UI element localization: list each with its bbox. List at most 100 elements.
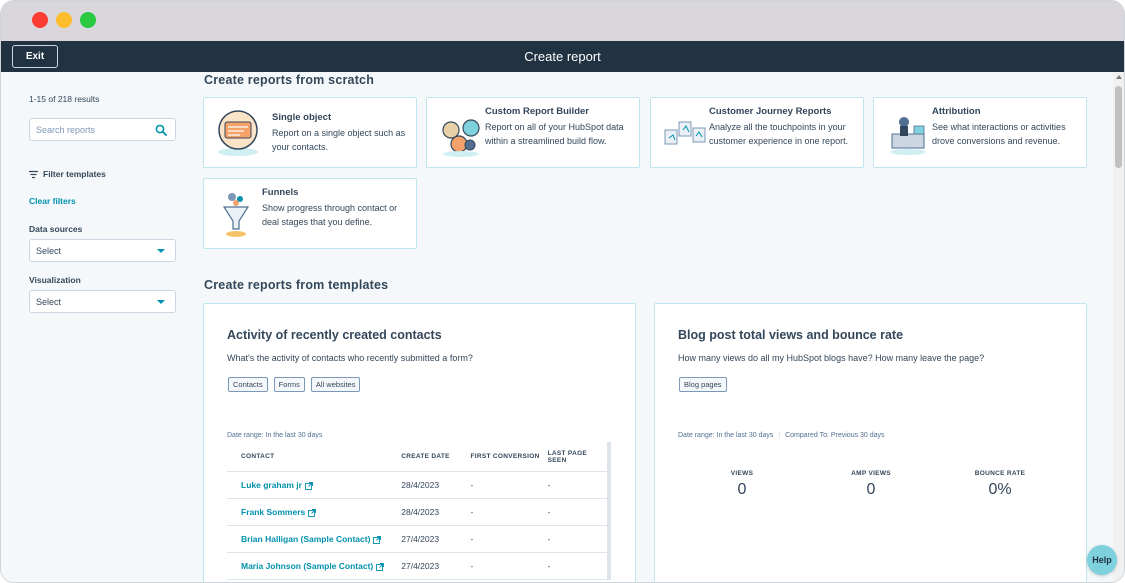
card-description: See what interactions or activities drov… bbox=[932, 122, 1066, 146]
chevron-down-icon bbox=[157, 300, 165, 304]
kpi-row: VIEWS 0 AMP VIEWS 0 BOUNCE RATE 0% bbox=[678, 470, 1064, 499]
templates-section-title: Create reports from templates bbox=[204, 278, 389, 292]
card-description: Report on all of your HubSpot data withi… bbox=[485, 122, 624, 146]
card-title: Customer Journey Reports bbox=[709, 106, 832, 117]
create-date-cell: 28/4/2023 bbox=[401, 507, 440, 517]
contact-link[interactable]: Brian Halligan (Sample Contact) bbox=[241, 534, 370, 544]
table-header: CONTACT CREATE DATE FIRST CONVERSION LAS… bbox=[227, 442, 607, 472]
create-date-cell: 28/4/2023 bbox=[401, 480, 440, 490]
close-window-button[interactable] bbox=[32, 12, 48, 28]
table-row: Frank Sommers 28/4/2023 - - bbox=[227, 499, 607, 526]
kpi-bounce-rate: BOUNCE RATE 0% bbox=[936, 470, 1064, 499]
kpi-value: 0% bbox=[988, 481, 1012, 498]
maximize-window-button[interactable] bbox=[80, 12, 96, 28]
card-title: Funnels bbox=[262, 187, 299, 198]
search-input[interactable] bbox=[30, 119, 148, 140]
contact-link[interactable]: Frank Sommers bbox=[241, 507, 305, 517]
card-title: Single object bbox=[272, 112, 332, 123]
template-question: What's the activity of contacts who rece… bbox=[227, 353, 473, 363]
scrollbar-thumb[interactable] bbox=[1115, 86, 1122, 168]
visualization-value: Select bbox=[36, 296, 62, 307]
custom-report-builder-card[interactable]: Custom Report Builder Report on all of y… bbox=[426, 97, 640, 168]
tag-list: Contacts Forms All websites bbox=[228, 377, 361, 392]
date-range: Date range: In the last 30 days bbox=[227, 432, 323, 439]
filter-templates-label: Filter templates bbox=[43, 169, 106, 179]
minimize-window-button[interactable] bbox=[56, 12, 72, 28]
scratch-section-title: Create reports from scratch bbox=[204, 73, 375, 87]
funnels-card[interactable]: Funnels Show progress through contact or… bbox=[203, 178, 417, 249]
attribution-icon bbox=[890, 117, 926, 155]
window-chrome bbox=[1, 1, 1124, 41]
last-page-seen-cell: - bbox=[547, 507, 551, 517]
kpi-label: BOUNCE RATE bbox=[974, 470, 1026, 477]
first-conversion-cell: - bbox=[470, 561, 474, 571]
page-title: Create report bbox=[524, 49, 601, 64]
visualization-label: Visualization bbox=[29, 275, 81, 285]
kpi-label: VIEWS bbox=[730, 470, 754, 477]
tag: Forms bbox=[273, 377, 305, 392]
kpi-value: 0 bbox=[866, 481, 876, 498]
card-description: Analyze all the touchpoints in your cust… bbox=[709, 122, 849, 146]
app-window: Exit Create report 1-15 of 218 results F… bbox=[0, 0, 1125, 583]
customer-journey-card[interactable]: Customer Journey Reports Analyze all the… bbox=[650, 97, 864, 168]
single-object-card[interactable]: Single object Report on a single object … bbox=[203, 97, 417, 168]
activity-template-card[interactable]: Activity of recently created contacts Wh… bbox=[203, 303, 636, 582]
search-box bbox=[29, 118, 176, 141]
create-date-cell: 27/4/2023 bbox=[401, 534, 440, 544]
blog-template-card[interactable]: Blog post total views and bounce rate Ho… bbox=[654, 303, 1087, 582]
first-conversion-cell: - bbox=[470, 480, 474, 490]
kpi-views: VIEWS 0 bbox=[678, 470, 806, 499]
last-page-seen-cell: - bbox=[547, 480, 551, 490]
last-page-seen-cell: - bbox=[547, 561, 551, 571]
top-bar: Exit Create report bbox=[1, 41, 1124, 72]
contact-link[interactable]: Maria Johnson (Sample Contact) bbox=[241, 561, 373, 571]
external-link-icon bbox=[308, 508, 317, 517]
template-title: Blog post total views and bounce rate bbox=[678, 328, 904, 342]
data-sources-select[interactable]: Select bbox=[29, 239, 176, 262]
external-link-icon bbox=[304, 481, 313, 490]
column-header: FIRST CONVERSION bbox=[470, 453, 540, 460]
card-title: Custom Report Builder bbox=[485, 106, 589, 117]
column-header: CONTACT bbox=[241, 453, 275, 460]
kpi-amp-views: AMP VIEWS 0 bbox=[807, 470, 935, 499]
tag: Contacts bbox=[228, 377, 268, 392]
last-page-seen-cell: - bbox=[547, 534, 551, 544]
customer-journey-icon bbox=[664, 121, 706, 145]
tag-list: Blog pages bbox=[679, 377, 727, 392]
tag: All websites bbox=[310, 377, 361, 392]
create-date-cell: 27/4/2023 bbox=[401, 561, 440, 571]
funnels-icon bbox=[222, 193, 250, 237]
single-object-icon bbox=[218, 110, 258, 156]
data-sources-value: Select bbox=[36, 245, 62, 256]
chevron-down-icon bbox=[157, 249, 165, 253]
results-count: 1-15 of 218 results bbox=[29, 94, 100, 104]
clear-filters-link[interactable]: Clear filters bbox=[29, 196, 76, 206]
external-link-icon bbox=[373, 535, 382, 544]
kpi-value: 0 bbox=[737, 481, 747, 498]
date-range-text: Date range: In the last 30 days bbox=[678, 432, 774, 439]
column-header: CREATE DATE bbox=[401, 453, 450, 460]
contacts-table: CONTACT CREATE DATE FIRST CONVERSION LAS… bbox=[227, 442, 611, 580]
tag: Blog pages bbox=[679, 377, 727, 392]
data-sources-label: Data sources bbox=[29, 224, 83, 234]
template-question: How many views do all my HubSpot blogs h… bbox=[678, 353, 985, 363]
filter-sidebar: 1-15 of 218 results Filter templates Cle… bbox=[1, 72, 191, 582]
column-header: LAST PAGE SEEN bbox=[547, 449, 588, 464]
table-row: Luke graham jr 28/4/2023 - - bbox=[227, 472, 607, 499]
filter-templates-header: Filter templates bbox=[29, 169, 106, 179]
contact-link[interactable]: Luke graham jr bbox=[241, 480, 302, 490]
compared-to-text: Compared To: Previous 30 days bbox=[785, 432, 885, 439]
card-description: Report on a single object such as your c… bbox=[272, 128, 406, 152]
search-icon[interactable] bbox=[155, 124, 167, 136]
visualization-select[interactable]: Select bbox=[29, 290, 176, 313]
first-conversion-cell: - bbox=[470, 534, 474, 544]
main-content: Create reports from scratch Single objec… bbox=[191, 72, 1115, 582]
table-row: Maria Johnson (Sample Contact) 27/4/2023… bbox=[227, 553, 607, 580]
scroll-up-arrow-icon[interactable] bbox=[1116, 75, 1122, 79]
table-row: Brian Halligan (Sample Contact) 27/4/202… bbox=[227, 526, 607, 553]
filter-icon bbox=[29, 170, 38, 178]
page-scrollbar[interactable] bbox=[1113, 72, 1124, 582]
custom-report-builder-icon bbox=[442, 119, 480, 157]
attribution-card[interactable]: Attribution See what interactions or act… bbox=[873, 97, 1087, 168]
help-button[interactable]: Help bbox=[1087, 545, 1117, 575]
